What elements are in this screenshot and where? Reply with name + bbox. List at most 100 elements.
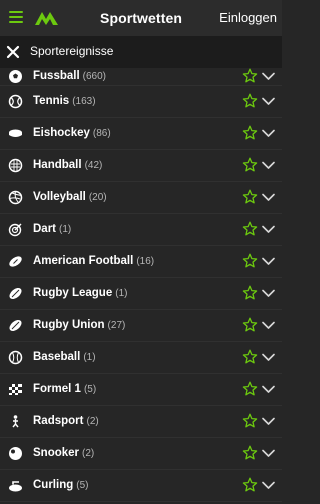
sport-name: Volleyball: [33, 191, 86, 203]
sport-label: Volleyball (20): [33, 191, 107, 203]
sport-name: Handball: [33, 159, 82, 171]
sports-list: Fussball (660) Tennis (163) Eishockey (86) Han…: [0, 68, 282, 502]
sport-name: Tennis: [33, 95, 70, 107]
sport-row-radsport[interactable]: Radsport (2): [0, 406, 282, 438]
favorite-star-icon[interactable]: [242, 285, 258, 301]
chevron-down-icon[interactable]: [262, 449, 275, 458]
sport-name: Eishockey: [33, 127, 90, 139]
darts-icon: [8, 223, 22, 237]
sport-row-rugby-union[interactable]: Rugby Union (27): [0, 310, 282, 342]
tennis-icon: [8, 94, 23, 109]
chevron-down-icon[interactable]: [262, 289, 275, 298]
sport-label: Snooker (2): [33, 447, 94, 459]
chevron-down-icon[interactable]: [262, 129, 275, 138]
sport-label: Fussball (660): [33, 70, 106, 82]
login-button[interactable]: Einloggen: [219, 10, 277, 25]
sport-name: American Football: [33, 255, 134, 267]
event-count: (660): [82, 71, 107, 82]
favorite-star-icon[interactable]: [242, 445, 258, 461]
sport-label: Rugby Union (27): [33, 319, 125, 331]
sport-label: American Football (16): [33, 255, 154, 267]
favorite-star-icon[interactable]: [242, 157, 258, 173]
sport-label: Radsport (2): [33, 415, 99, 427]
sport-row-formel-1[interactable]: Formel 1 (5): [0, 374, 282, 406]
favorite-star-icon[interactable]: [242, 189, 258, 205]
sport-name: Formel 1: [33, 383, 81, 395]
sport-name: Rugby Union: [33, 319, 105, 331]
sport-row-eishockey[interactable]: Eishockey (86): [0, 118, 282, 150]
sport-row-dart[interactable]: Dart (1): [0, 214, 282, 246]
chevron-down-icon[interactable]: [262, 97, 275, 106]
event-count: (42): [84, 160, 103, 171]
sport-name: Snooker: [33, 447, 80, 459]
sport-row-curling[interactable]: Curling (5): [0, 470, 282, 502]
event-count: (86): [92, 128, 111, 139]
sport-label: Handball (42): [33, 159, 102, 171]
event-count: (1): [59, 224, 72, 235]
sport-row-volleyball[interactable]: Volleyball (20): [0, 182, 282, 214]
favorite-star-icon[interactable]: [242, 221, 258, 237]
event-count: (1): [83, 352, 96, 363]
sport-name: Rugby League: [33, 287, 113, 299]
event-count: (2): [86, 416, 99, 427]
favorite-star-icon[interactable]: [242, 349, 258, 365]
american-football-icon: [9, 256, 22, 267]
curling-icon: [9, 481, 22, 492]
snooker-icon: [9, 447, 22, 460]
event-count: (163): [72, 96, 96, 107]
rugby-union-icon: [9, 319, 22, 332]
chevron-down-icon[interactable]: [262, 257, 275, 266]
sport-name: Fussball: [33, 70, 80, 82]
sport-row-fussball[interactable]: Fussball (660): [0, 68, 282, 86]
ice-hockey-icon: [9, 129, 22, 137]
sport-name: Dart: [33, 223, 57, 235]
sport-row-american-football[interactable]: American Football (16): [0, 246, 282, 278]
chevron-down-icon[interactable]: [262, 417, 275, 426]
event-count: (2): [82, 448, 95, 459]
sport-label: Baseball (1): [33, 351, 96, 363]
favorite-star-icon[interactable]: [242, 93, 258, 109]
favorite-star-icon[interactable]: [242, 253, 258, 269]
chevron-down-icon[interactable]: [262, 481, 275, 490]
sport-label: Curling (5): [33, 479, 88, 491]
favorite-star-icon[interactable]: [242, 317, 258, 333]
chevron-down-icon[interactable]: [262, 193, 275, 202]
volleyball-icon: [8, 190, 23, 205]
sport-label: Tennis (163): [33, 95, 96, 107]
event-count: (5): [76, 480, 89, 491]
close-icon[interactable]: [6, 45, 20, 59]
favorite-star-icon[interactable]: [242, 477, 258, 493]
event-count: (1): [115, 288, 128, 299]
chevron-down-icon[interactable]: [262, 72, 275, 81]
favorite-star-icon[interactable]: [242, 68, 258, 84]
event-count: (27): [107, 320, 126, 331]
chevron-down-icon[interactable]: [262, 161, 275, 170]
top-bar: Sportwetten Einloggen: [0, 0, 282, 36]
cycling-icon: [12, 415, 19, 428]
sport-row-rugby-league[interactable]: Rugby League (1): [0, 278, 282, 310]
sports-events-header: Sportereignisse: [0, 36, 282, 68]
sport-label: Rugby League (1): [33, 287, 127, 299]
rugby-league-icon: [9, 287, 22, 300]
favorite-star-icon[interactable]: [242, 125, 258, 141]
formula1-icon: [9, 384, 22, 395]
chevron-down-icon[interactable]: [262, 385, 275, 394]
sport-row-baseball[interactable]: Baseball (1): [0, 342, 282, 374]
chevron-down-icon[interactable]: [262, 353, 275, 362]
header-label: Sportereignisse: [30, 44, 114, 58]
football-icon: [9, 70, 22, 83]
chevron-down-icon[interactable]: [262, 321, 275, 330]
sport-name: Radsport: [33, 415, 84, 427]
chevron-down-icon[interactable]: [262, 225, 275, 234]
event-count: (16): [136, 256, 155, 267]
favorite-star-icon[interactable]: [242, 413, 258, 429]
sport-row-tennis[interactable]: Tennis (163): [0, 86, 282, 118]
handball-icon: [8, 158, 23, 173]
sport-row-handball[interactable]: Handball (42): [0, 150, 282, 182]
baseball-icon: [8, 350, 23, 365]
sport-label: Eishockey (86): [33, 127, 111, 139]
sport-name: Baseball: [33, 351, 81, 363]
sport-label: Dart (1): [33, 223, 71, 235]
favorite-star-icon[interactable]: [242, 381, 258, 397]
sport-row-snooker[interactable]: Snooker (2): [0, 438, 282, 470]
